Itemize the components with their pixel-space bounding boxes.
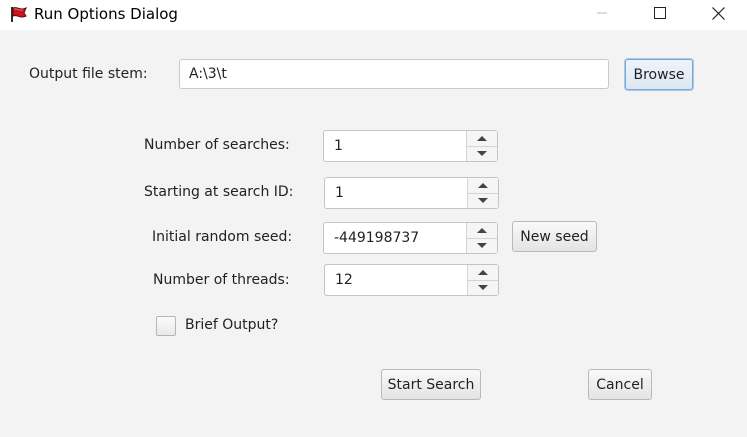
cancel-button-label: Cancel	[596, 376, 644, 393]
cancel-button[interactable]: Cancel	[588, 369, 652, 400]
arrow-up-icon	[477, 228, 487, 233]
initial-random-seed-spinner[interactable]: -449198737	[323, 222, 498, 254]
spinner-buttons	[467, 178, 498, 208]
browse-button-label: Browse	[633, 66, 685, 83]
arrow-down-icon	[478, 198, 488, 203]
starting-search-id-label: Starting at search ID:	[144, 184, 294, 200]
increment-button[interactable]	[467, 131, 497, 147]
brief-output-checkbox[interactable]	[156, 316, 176, 336]
brief-output-label: Brief Output?	[185, 317, 279, 333]
minimize-button[interactable]	[579, 0, 625, 30]
starting-search-id-spinner[interactable]: 1	[324, 177, 499, 209]
output-file-stem-label: Output file stem:	[29, 66, 148, 82]
browse-button[interactable]: Browse	[625, 59, 693, 90]
new-seed-button-label: New seed	[520, 228, 589, 245]
minimize-icon	[596, 7, 608, 23]
number-of-searches-spinner[interactable]: 1	[323, 130, 498, 162]
spinner-buttons	[466, 223, 497, 253]
arrow-up-icon	[478, 183, 488, 188]
decrement-button[interactable]	[468, 193, 498, 208]
number-of-threads-spinner[interactable]: 12	[324, 264, 499, 296]
increment-button[interactable]	[468, 265, 498, 281]
red-flag-icon	[9, 5, 29, 23]
maximize-button[interactable]	[637, 0, 683, 30]
arrow-down-icon	[477, 243, 487, 248]
start-search-button[interactable]: Start Search	[381, 369, 481, 400]
arrow-down-icon	[477, 151, 487, 156]
starting-search-id-value: 1	[335, 185, 344, 201]
increment-button[interactable]	[468, 178, 498, 194]
number-of-searches-value: 1	[334, 138, 343, 154]
decrement-button[interactable]	[468, 280, 498, 295]
arrow-up-icon	[477, 136, 487, 141]
new-seed-button[interactable]: New seed	[512, 221, 597, 252]
spinner-buttons	[466, 131, 497, 161]
title-bar: Run Options Dialog	[0, 0, 747, 30]
number-of-searches-label: Number of searches:	[144, 137, 290, 153]
spinner-buttons	[467, 265, 498, 295]
number-of-threads-value: 12	[335, 272, 353, 288]
decrement-button[interactable]	[467, 238, 497, 253]
output-file-stem-input[interactable]: A:\3\t	[179, 59, 609, 89]
close-button[interactable]	[695, 0, 741, 30]
output-file-stem-value: A:\3\t	[189, 66, 227, 82]
initial-random-seed-value: -449198737	[334, 230, 420, 246]
dialog-content: Output file stem: A:\3\t Browse Number o…	[0, 30, 747, 437]
arrow-down-icon	[478, 285, 488, 290]
arrow-up-icon	[478, 270, 488, 275]
increment-button[interactable]	[467, 223, 497, 239]
initial-random-seed-label: Initial random seed:	[152, 229, 293, 245]
window-title: Run Options Dialog	[34, 5, 178, 23]
number-of-threads-label: Number of threads:	[153, 272, 290, 288]
close-icon	[711, 6, 725, 24]
maximize-icon	[654, 7, 666, 23]
decrement-button[interactable]	[467, 146, 497, 161]
start-search-button-label: Start Search	[387, 376, 475, 393]
